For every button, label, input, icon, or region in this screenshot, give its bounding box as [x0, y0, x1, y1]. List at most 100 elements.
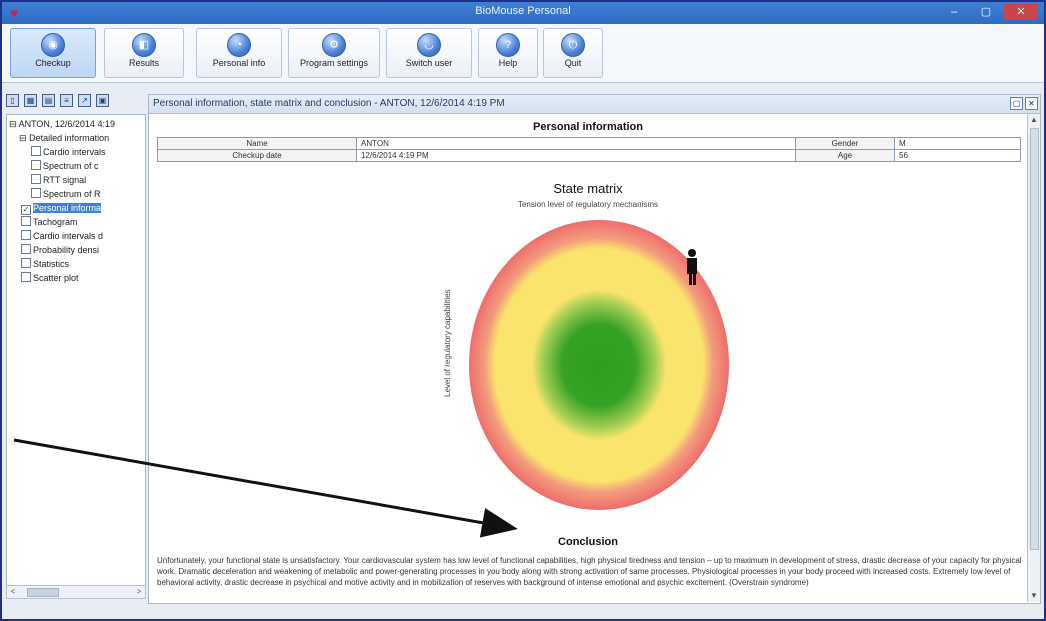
minimize-button[interactable]: –	[940, 4, 968, 20]
tree-item-scatter-plot[interactable]: Scatter plot	[21, 272, 79, 284]
tree-label: Statistics	[33, 259, 70, 269]
help-label: Help	[498, 58, 518, 68]
gender-value: M	[894, 137, 1021, 150]
tree-item-rtt-signal[interactable]: RTT signal	[31, 174, 86, 186]
checkbox[interactable]	[21, 216, 31, 226]
tree-item-probability-density[interactable]: Probability densi	[21, 244, 99, 256]
tree-item-personal-info[interactable]: ✓ Personal informa	[21, 202, 102, 215]
tree-label: ANTON, 12/6/2014 4:19	[18, 119, 115, 129]
conclusion-title: Conclusion	[558, 536, 618, 548]
tree-label: Detailed information	[29, 133, 110, 143]
quit-icon: ⏻	[561, 33, 585, 57]
tree-label: Probability densi	[33, 245, 100, 255]
tree-toolbar: ▯ ▦ ▤ ≡ ↗ ▣	[6, 94, 144, 110]
main-toolbar: ◉ Checkup ◧ Results ◔ Personal info ⚙ Pr…	[2, 24, 1044, 83]
personal-info-label: Personal info	[212, 58, 266, 68]
help-icon: ?	[496, 33, 520, 57]
tree-item-cardio-intervals[interactable]: Cardio intervals	[31, 146, 106, 158]
tree-item-cardio-intervals-d[interactable]: Cardio intervals d	[21, 230, 103, 242]
checkup-label: Checkup	[35, 58, 71, 68]
results-button[interactable]: ◧ Results	[104, 28, 184, 78]
table-row: Name ANTON Gender M	[157, 137, 1021, 150]
scroll-thumb[interactable]	[27, 588, 59, 597]
document-panel: Personal information, state matrix and c…	[148, 94, 1041, 604]
tree-horizontal-scrollbar[interactable]: < >	[6, 585, 146, 599]
tree-item-detailed-info[interactable]: ⊟ Detailed information	[19, 132, 109, 144]
new-icon[interactable]: ▯	[6, 94, 19, 107]
age-value: 56	[894, 149, 1021, 162]
checked-checkbox[interactable]: ✓	[21, 205, 31, 215]
personal-info-table: Name ANTON Gender M Checkup date 12/6/20…	[157, 137, 1021, 162]
tree-label: Cardio intervals	[43, 147, 106, 157]
checkbox[interactable]	[21, 258, 31, 268]
grid-icon[interactable]: ▦	[24, 94, 37, 107]
help-button[interactable]: ? Help	[478, 28, 538, 78]
export-icon[interactable]: ↗	[78, 94, 91, 107]
results-label: Results	[128, 58, 159, 68]
tree-item-statistics[interactable]: Statistics	[21, 258, 69, 270]
quit-button[interactable]: ⏻ Quit	[543, 28, 603, 78]
scroll-right-icon[interactable]: >	[133, 586, 145, 598]
personal-info-icon: ◔	[227, 33, 251, 57]
checkbox[interactable]	[21, 244, 31, 254]
document-title: Personal information, state matrix and c…	[153, 98, 505, 109]
title-bar: ♥ BioMouse Personal – ▢ ✕	[2, 2, 1044, 24]
settings-icon: ⚙	[322, 33, 346, 57]
close-button[interactable]: ✕	[1004, 4, 1038, 20]
collapse-icon[interactable]: ⊟	[9, 119, 17, 129]
tree-item-tachogram[interactable]: Tachogram	[21, 216, 78, 228]
checkup-icon: ◉	[41, 33, 65, 57]
tree-label: Spectrum of R	[43, 189, 101, 199]
state-matrix-subtitle: Tension level of regulatory mechanisms	[517, 200, 659, 209]
tree-label: Tachogram	[33, 217, 78, 227]
age-label: Age	[795, 149, 895, 162]
tree-item-session[interactable]: ⊟ ANTON, 12/6/2014 4:19	[9, 118, 115, 130]
state-matrix-ylabel: Level of regulatory capabilities	[443, 289, 452, 397]
conclusion-text: Unfortunately, your functional state is …	[157, 556, 1022, 587]
tree-label: Cardio intervals d	[33, 231, 104, 241]
checkbox[interactable]	[31, 174, 41, 184]
tree-label: Spectrum of c	[43, 161, 99, 171]
document-vertical-scrollbar[interactable]: ▲ ▼	[1027, 114, 1040, 602]
checkbox[interactable]	[21, 272, 31, 282]
tree-item-spectrum-c[interactable]: Spectrum of c	[31, 160, 99, 172]
scroll-thumb[interactable]	[1030, 128, 1039, 550]
document-controls: ▢ ✕	[1010, 97, 1038, 110]
tree-label: Personal informa	[33, 203, 102, 213]
checkup-button[interactable]: ◉ Checkup	[10, 28, 96, 78]
navigation-tree: ⊟ ANTON, 12/6/2014 4:19 ⊟ Detailed infor…	[6, 114, 146, 596]
scroll-down-icon[interactable]: ▼	[1028, 590, 1040, 602]
scroll-left-icon[interactable]: <	[7, 586, 19, 598]
state-matrix-title: State matrix	[553, 181, 623, 196]
checkbox[interactable]	[31, 160, 41, 170]
switch-user-label: Switch user	[405, 58, 453, 68]
switch-user-button[interactable]: ◡ Switch user	[386, 28, 472, 78]
tree-item-spectrum-r[interactable]: Spectrum of R	[31, 188, 101, 200]
personal-info-title: Personal information	[532, 121, 644, 133]
results-icon: ◧	[132, 33, 156, 57]
quit-label: Quit	[564, 58, 582, 68]
name-label: Name	[157, 137, 357, 150]
checkbox[interactable]	[21, 230, 31, 240]
personal-info-button[interactable]: ◔ Personal info	[196, 28, 282, 78]
restore-panel-button[interactable]: ▢	[1010, 97, 1023, 110]
print-icon[interactable]: ▣	[96, 94, 109, 107]
scroll-up-icon[interactable]: ▲	[1028, 114, 1040, 126]
window-controls: – ▢ ✕	[940, 4, 1038, 20]
maximize-button[interactable]: ▢	[972, 4, 1000, 20]
list-icon[interactable]: ≡	[60, 94, 73, 107]
tree-label: Scatter plot	[33, 273, 79, 283]
checkup-date-label: Checkup date	[157, 149, 357, 162]
close-panel-button[interactable]: ✕	[1025, 97, 1038, 110]
switch-user-icon: ◡	[417, 33, 441, 57]
checkbox[interactable]	[31, 188, 41, 198]
tree-label: RTT signal	[43, 175, 87, 185]
table-icon[interactable]: ▤	[42, 94, 55, 107]
checkup-date-value: 12/6/2014 4:19 PM	[356, 149, 796, 162]
program-settings-label: Program settings	[299, 58, 369, 68]
collapse-icon[interactable]: ⊟	[19, 133, 27, 143]
program-settings-button[interactable]: ⚙ Program settings	[288, 28, 380, 78]
window-title: BioMouse Personal	[475, 5, 571, 17]
checkbox[interactable]	[31, 146, 41, 156]
state-matrix-diagram	[469, 220, 729, 510]
